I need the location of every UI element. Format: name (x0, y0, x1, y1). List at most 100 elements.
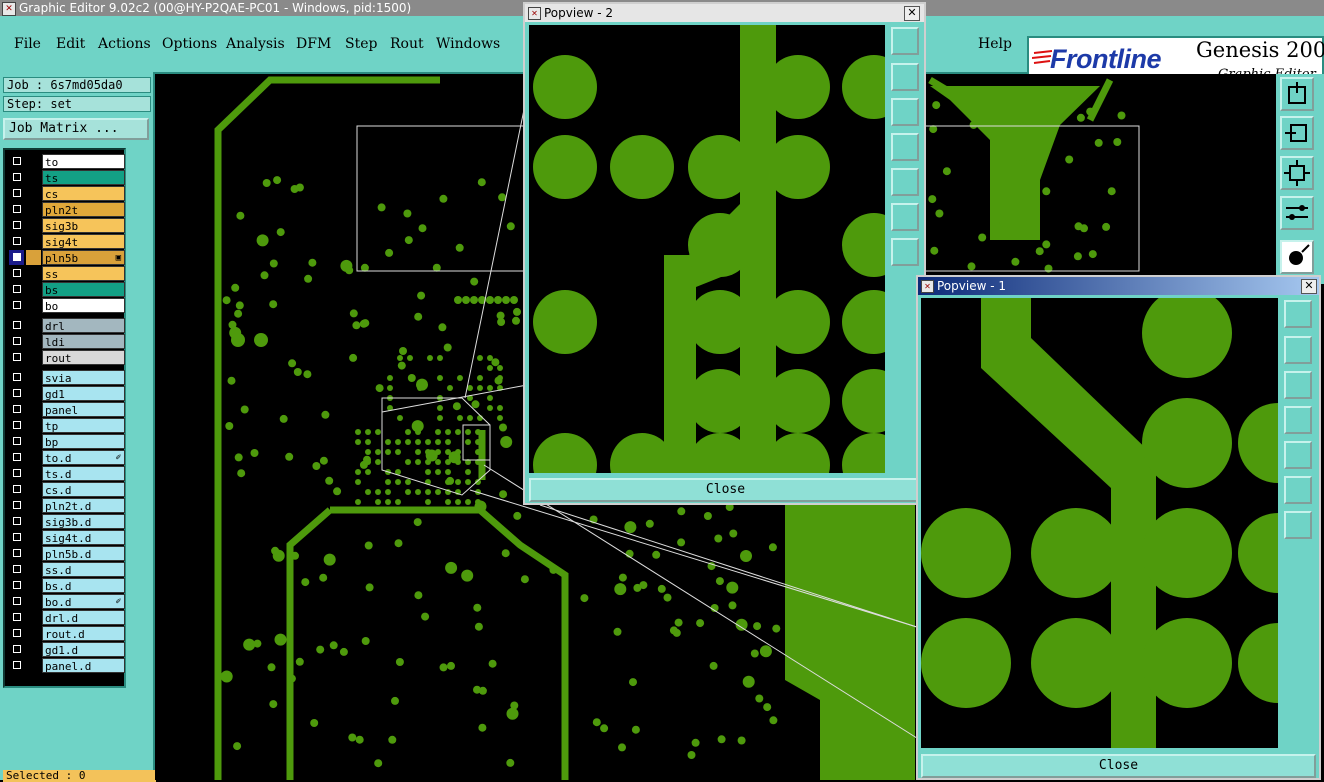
layer-row-ts-d[interactable]: ts.d (9, 466, 125, 481)
layer-checkbox[interactable] (13, 565, 21, 573)
popview-2-pan-up-icon[interactable] (891, 63, 919, 91)
layer-row-sig4t-d[interactable]: sig4t.d (9, 530, 125, 545)
layer-name[interactable]: rout.d (42, 626, 125, 641)
layer-row-bp[interactable]: bp (9, 434, 125, 449)
job-matrix-button[interactable]: Job Matrix ... (3, 118, 149, 140)
layer-checkbox[interactable] (13, 269, 21, 277)
menu-windows[interactable]: Windows (436, 36, 500, 52)
layer-checkbox[interactable] (13, 453, 21, 461)
layer-name[interactable]: cs (42, 186, 125, 201)
popview-2-canvas[interactable] (529, 25, 885, 473)
menu-dfm[interactable]: DFM (296, 36, 331, 52)
popview-1-close-icon[interactable]: ✕ (1301, 279, 1317, 294)
layer-name[interactable]: to.d ✐ (42, 450, 125, 465)
layer-checkbox[interactable] (13, 373, 21, 381)
layer-checkbox[interactable] (13, 437, 21, 445)
popview-2-pan-down-icon[interactable] (891, 98, 919, 126)
menu-options[interactable]: Options (162, 36, 217, 52)
layer-checkbox[interactable] (13, 205, 21, 213)
layer-row-sig3b[interactable]: sig3b (9, 218, 125, 233)
layer-name[interactable]: ts (42, 170, 125, 185)
window-top-icon[interactable] (1280, 77, 1314, 111)
layer-checkbox[interactable] (13, 613, 21, 621)
layer-checkbox[interactable] (13, 501, 21, 509)
layer-name[interactable]: tp (42, 418, 125, 433)
layer-checkbox[interactable] (13, 353, 21, 361)
layer-row-sig4t[interactable]: sig4t (9, 234, 125, 249)
layer-checkbox[interactable] (13, 581, 21, 589)
layer-row-rout[interactable]: rout (9, 350, 125, 365)
layer-row-bs[interactable]: bs (9, 282, 125, 297)
layer-row-svia[interactable]: svia (9, 370, 125, 385)
pad-tool-icon[interactable] (1280, 240, 1314, 274)
popview-2-pan-left-icon[interactable] (891, 133, 919, 161)
layer-name[interactable]: bp (42, 434, 125, 449)
layer-row-pln2t-d[interactable]: pln2t.d (9, 498, 125, 513)
popview-1-close-button[interactable]: Close (921, 754, 1316, 778)
popview-1-zoom-out-icon[interactable] (1284, 511, 1312, 539)
layer-name[interactable]: sig3b.d (42, 514, 125, 529)
layer-checkbox[interactable] (13, 321, 21, 329)
layer-row-ts[interactable]: ts (9, 170, 125, 185)
layer-row-panel[interactable]: panel (9, 402, 125, 417)
layer-checkbox[interactable] (13, 301, 21, 309)
layer-row-tp[interactable]: tp (9, 418, 125, 433)
popview-2-close-icon[interactable]: ✕ (904, 6, 920, 21)
layer-name[interactable]: bs.d (42, 578, 125, 593)
layer-name[interactable]: rout (42, 350, 125, 365)
sliders-icon[interactable] (1280, 196, 1314, 230)
layer-name[interactable]: bs (42, 282, 125, 297)
layer-row-pln5b[interactable]: pln5b ▣ (9, 250, 125, 265)
layer-name[interactable]: svia (42, 370, 125, 385)
layer-name[interactable]: to (42, 154, 125, 169)
layer-checkbox[interactable] (13, 645, 21, 653)
layer-name[interactable]: cs.d (42, 482, 125, 497)
layer-name[interactable]: gd1 (42, 386, 125, 401)
menu-step[interactable]: Step (345, 36, 377, 52)
pan-left-icon[interactable] (1280, 116, 1314, 150)
popview-1-window-icon[interactable] (1284, 300, 1312, 328)
layer-checkbox[interactable] (13, 157, 21, 165)
layer-row-cs-d[interactable]: cs.d (9, 482, 125, 497)
popview-1-titlebar[interactable]: ✕ Popview - 1 (918, 277, 1319, 295)
layer-checkbox[interactable] (13, 469, 21, 477)
layer-name[interactable]: drl (42, 318, 125, 333)
layer-name[interactable]: sig4t (42, 234, 125, 249)
popview-1-pan-left-icon[interactable] (1284, 406, 1312, 434)
layer-name[interactable]: panel.d (42, 658, 125, 673)
layer-checkbox[interactable] (13, 285, 21, 293)
popview-2-close-button[interactable]: Close (529, 478, 922, 502)
layer-checkbox[interactable] (13, 389, 21, 397)
layer-row-pln2t[interactable]: pln2t (9, 202, 125, 217)
layer-name[interactable]: bo.d ✐ (42, 594, 125, 609)
layer-row-drl[interactable]: drl (9, 318, 125, 333)
menu-file[interactable]: File (14, 36, 41, 52)
popview-1-pan-up-icon[interactable] (1284, 336, 1312, 364)
layer-checkbox[interactable] (13, 597, 21, 605)
layer-checkbox[interactable] (13, 485, 21, 493)
layer-checkbox[interactable] (13, 661, 21, 669)
layer-name[interactable]: drl.d (42, 610, 125, 625)
zoom-fit-icon[interactable] (1280, 156, 1314, 190)
layer-row-bs-d[interactable]: bs.d (9, 578, 125, 593)
layer-row-ss[interactable]: ss (9, 266, 125, 281)
layer-name[interactable]: pln5b.d (42, 546, 125, 561)
menu-help[interactable]: Help (978, 36, 1012, 52)
layer-checkbox[interactable] (13, 189, 21, 197)
menu-rout[interactable]: Rout (390, 36, 424, 52)
layer-checkbox[interactable] (13, 421, 21, 429)
layer-row-sig3b-d[interactable]: sig3b.d (9, 514, 125, 529)
layer-name[interactable]: pln5b ▣ (42, 250, 125, 265)
layer-name[interactable]: ts.d (42, 466, 125, 481)
layer-checkbox[interactable] (13, 253, 21, 261)
layer-row-bo[interactable]: bo (9, 298, 125, 313)
layer-row-pln5b-d[interactable]: pln5b.d (9, 546, 125, 561)
layer-checkbox[interactable] (13, 629, 21, 637)
layer-checkbox[interactable] (13, 533, 21, 541)
layer-checkbox[interactable] (13, 173, 21, 181)
popview-2-zoom-in-icon[interactable] (891, 203, 919, 231)
popview-1-pan-right-icon[interactable] (1284, 441, 1312, 469)
popview-1-zoom-in-icon[interactable] (1284, 476, 1312, 504)
layer-name[interactable]: ldi (42, 334, 125, 349)
popview-1-pan-down-icon[interactable] (1284, 371, 1312, 399)
